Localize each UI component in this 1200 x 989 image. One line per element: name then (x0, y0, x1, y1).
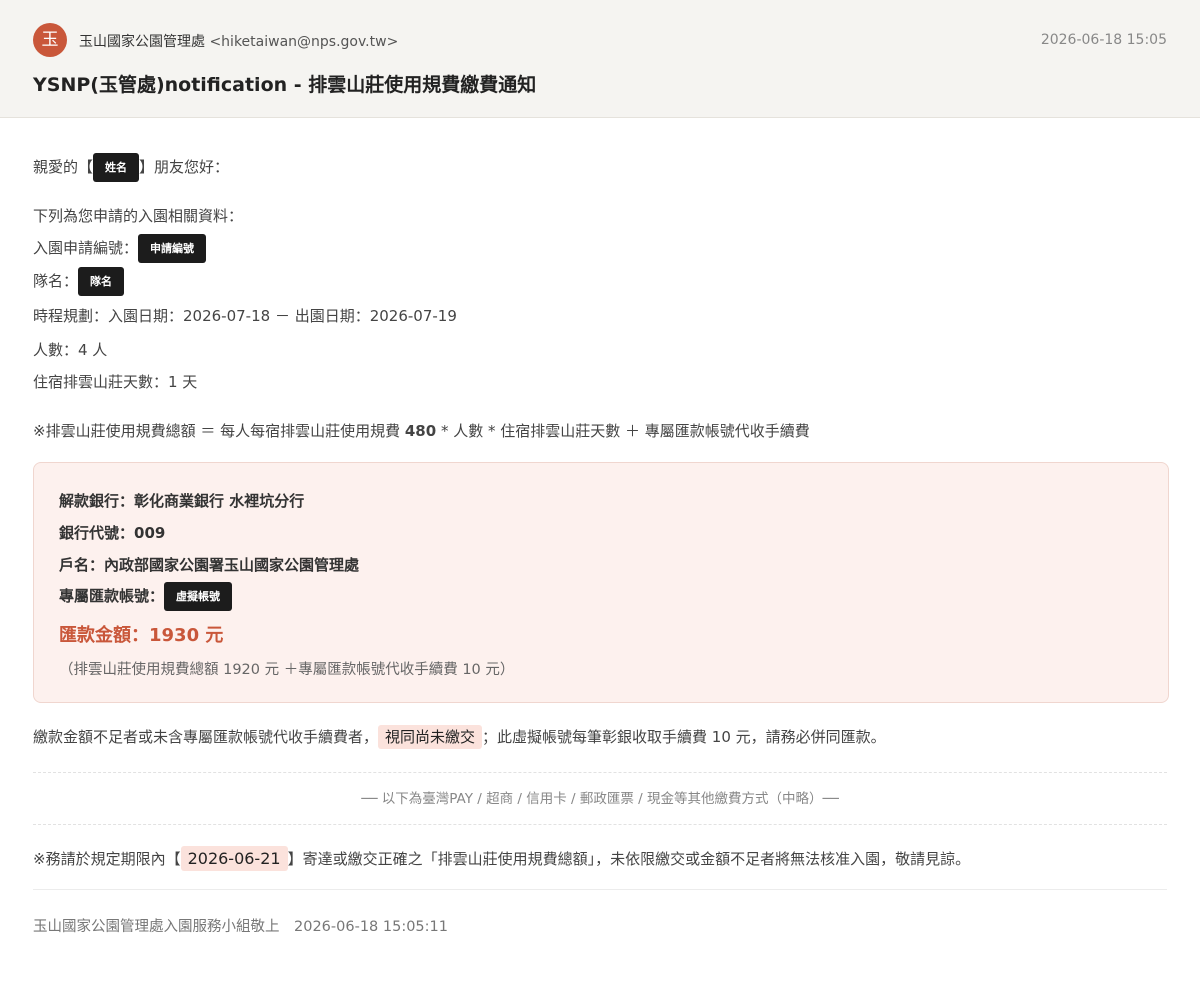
redacted-virtual-account: 虛擬帳號 (164, 582, 233, 611)
bank-info-panel: 解款銀行：彰化商業銀行 水裡坑分行 銀行代號：009 戶名：內政部國家公園署玉山… (33, 462, 1169, 703)
remittance-amount: 匯款金額：1930 元 (59, 625, 224, 646)
sender-email: <hiketaiwan@nps.gov.tw> (209, 34, 399, 50)
divider (33, 889, 1167, 890)
email-date: 2026-06-18 15:05 (1040, 32, 1167, 48)
bank-code: 銀行代號：009 (59, 524, 166, 542)
redacted-name: 姓名 (93, 153, 140, 182)
fee-formula-suffix: * 人數 * 住宿排雲山莊天數 ＋ 專屬匯款帳號代收手續費 (436, 422, 810, 440)
divider (33, 824, 1167, 825)
deadline-notice: ※務請於規定期限內【 2026-06-21 】寄達或繳交正確之「排雲山莊使用規費總額… (33, 846, 971, 871)
team-name: 隊名： 隊名 (33, 267, 125, 296)
notice-suffix: ；此虛擬帳號每筆彰銀收取手續費 10 元，請務必併同匯款。 (482, 728, 886, 746)
virtual-account-label: 專屬匯款帳號： (59, 587, 165, 605)
schedule: 時程規劃：入園日期：2026-07-18 － 出園日期：2026-07-19 (33, 307, 457, 325)
deadline-suffix: 】寄達或繳交正確之「排雲山莊使用規費總額」，未依限繳交或金額不足者將無法核准入園… (287, 850, 971, 868)
redacted-team-name: 隊名 (78, 267, 125, 296)
email-header: 玉 玉山國家公園管理處 <hiketaiwan@nps.gov.tw> 2026… (0, 0, 1200, 118)
payment-notice: 繳款金額不足者或未含專屬匯款帳號代收手續費者， 視同尚未繳交 ；此虛擬帳號每筆彰銀收… (33, 725, 886, 749)
fee-per-person: 480 (404, 422, 437, 440)
fee-formula-prefix: ※排雲山莊使用規費總額 ＝ 每人每宿排雲山莊使用規費 (33, 422, 405, 440)
application-number-label: 入園申請編號： (33, 239, 139, 257)
greeting-prefix: 親愛的【 (33, 158, 94, 176)
notice-prefix: 繳款金額不足者或未含專屬匯款帳號代收手續費者， (33, 728, 379, 746)
lodging-nights: 住宿排雲山莊天數：1 天 (33, 373, 198, 391)
sender[interactable]: 玉山國家公園管理處 <hiketaiwan@nps.gov.tw> (79, 31, 398, 51)
deadline-date: 2026-06-21 (180, 846, 288, 871)
email-signature: 玉山國家公園管理處入園服務小組敬上 2026-06-18 15:05:11 (33, 919, 448, 935)
virtual-account: 專屬匯款帳號： 虛擬帳號 (59, 582, 233, 611)
divider (33, 772, 1167, 773)
account-holder: 戶名：內政部國家公園署玉山國家公園管理處 (59, 556, 360, 574)
notice-highlight: 視同尚未繳交 (378, 725, 483, 749)
fee-formula: ※排雲山莊使用規費總額 ＝ 每人每宿排雲山莊使用規費 480 * 人數 * 住宿… (33, 420, 810, 441)
bank-name: 解款銀行：彰化商業銀行 水裡坑分行 (59, 492, 305, 510)
email-subject: YSNP(玉管處)notification - 排雲山莊使用規費繳費通知 (33, 74, 537, 96)
amount-breakdown: （排雲山莊使用規費總額 1920 元 ＋專屬匯款帳號代收手續費 10 元） (59, 662, 515, 678)
sender-name: 玉山國家公園管理處 (79, 34, 205, 50)
sender-avatar[interactable]: 玉 (33, 23, 67, 57)
greeting: 親愛的【 姓名 】朋友您好： (33, 153, 229, 182)
team-name-label: 隊名： (33, 272, 79, 290)
intro-text: 下列為您申請的入園相關資料： (33, 207, 244, 225)
other-payment-methods: ── 以下為臺灣PAY / 超商 / 信用卡 / 郵政匯票 / 現金等其他繳費方… (361, 791, 839, 807)
greeting-suffix: 】朋友您好： (139, 158, 230, 176)
deadline-prefix: ※務請於規定期限內【 (33, 850, 181, 868)
application-number: 入園申請編號： 申請編號 (33, 234, 207, 263)
redacted-application-number: 申請編號 (138, 234, 207, 263)
people-count: 人數：4 人 (33, 341, 108, 359)
